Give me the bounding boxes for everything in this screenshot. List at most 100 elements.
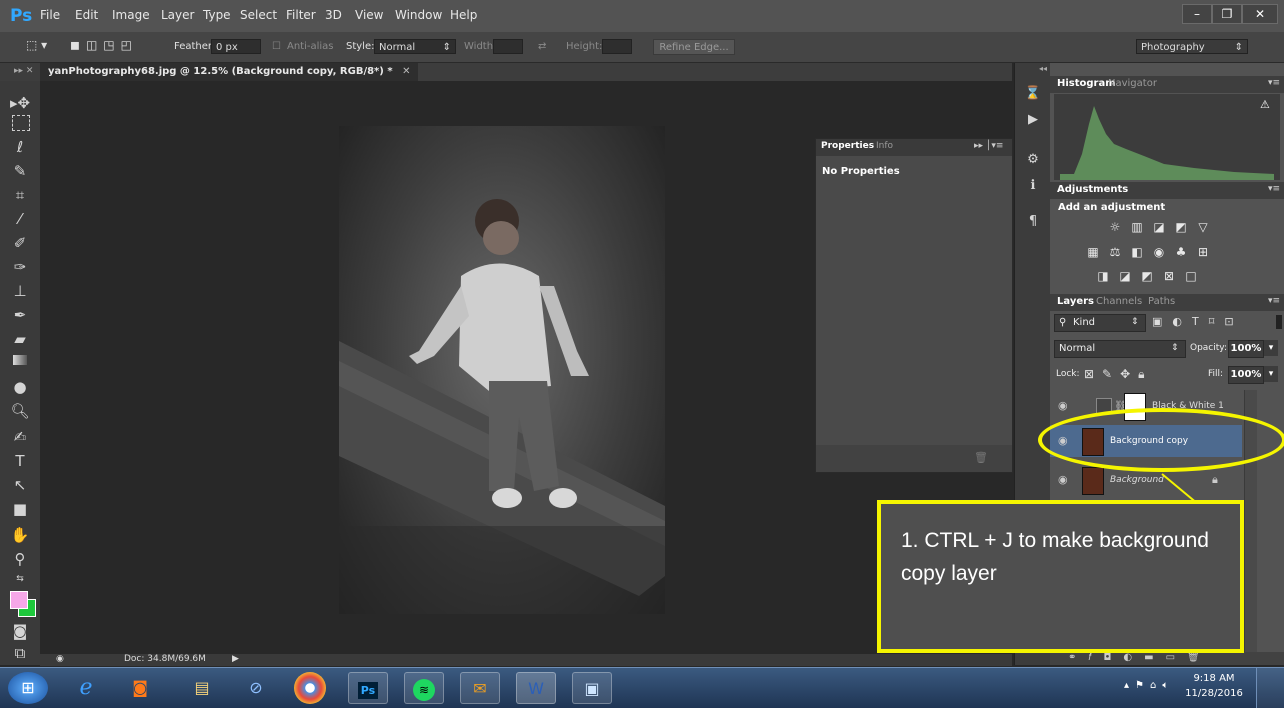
antialias-checkbox[interactable]: ☐ <box>272 41 281 52</box>
tab-navigator[interactable]: Navigator <box>1108 78 1157 89</box>
search-app-icon[interactable]: ⊘ <box>236 672 276 704</box>
pen-tool-icon[interactable]: ✍ <box>10 427 30 447</box>
selection-mode-icons[interactable]: ◼◫◳◰ <box>70 38 138 52</box>
menu-edit[interactable]: Edit <box>75 8 98 22</box>
history-icon[interactable]: ⌛ <box>1024 85 1042 103</box>
eraser-tool-icon[interactable]: ▰ <box>10 329 30 349</box>
media-player-icon[interactable]: ◙ <box>120 672 160 704</box>
clock-time[interactable]: 9:18 AM <box>1184 673 1244 684</box>
filter-toggle[interactable] <box>1276 315 1282 329</box>
tab-histogram[interactable]: Histogram <box>1057 78 1116 89</box>
tab-info[interactable]: Info <box>876 141 893 151</box>
zoom-indicator-icon[interactable]: ◉ <box>56 654 64 664</box>
menu-file[interactable]: File <box>40 8 60 22</box>
brush-tool-icon[interactable]: ✑ <box>10 257 30 277</box>
outlook-icon[interactable]: ✉ <box>460 672 500 704</box>
restore-button[interactable]: ❐ <box>1212 4 1242 24</box>
start-button[interactable]: ⊞ <box>8 672 48 704</box>
marquee-tool-preset-icon[interactable]: ⬚ ▾ <box>26 38 47 52</box>
clone-stamp-tool-icon[interactable]: ⊥ <box>10 281 30 301</box>
gradient-map-icon[interactable]: ⊠ <box>1162 269 1176 283</box>
word-icon[interactable]: W <box>516 672 556 704</box>
lock-options-icons[interactable]: ⊠✎✥🔒︎ <box>1084 367 1153 382</box>
menu-window[interactable]: Window <box>395 8 442 22</box>
layer-actions-icons[interactable]: ⚭𝑓◘◐▬▭🗑︎ <box>1068 652 1212 663</box>
refine-edge-button[interactable]: Refine Edge... <box>653 39 735 55</box>
eye-icon[interactable]: ◉ <box>1058 473 1068 486</box>
curves-icon[interactable]: ◪ <box>1152 220 1166 234</box>
spotify-icon[interactable]: ≋ <box>404 672 444 704</box>
clock-date[interactable]: 11/28/2016 <box>1184 688 1244 699</box>
tab-properties[interactable]: Properties <box>821 141 874 151</box>
healing-brush-tool-icon[interactable]: ✐ <box>10 233 30 253</box>
document-photo[interactable] <box>339 126 665 614</box>
menu-3d[interactable]: 3D <box>325 8 342 22</box>
info-icon[interactable]: ℹ <box>1024 177 1042 195</box>
menu-image[interactable]: Image <box>112 8 150 22</box>
collapse-toolbox-icon[interactable]: ▸▸ ✕ <box>14 66 33 76</box>
eye-icon[interactable]: ◉ <box>1058 399 1068 412</box>
hand-tool-icon[interactable]: ✋ <box>10 525 30 545</box>
foreground-color-swatch[interactable] <box>10 591 28 609</box>
black-white-icon[interactable]: ◧ <box>1130 245 1144 259</box>
lasso-tool-icon[interactable]: ℓ <box>10 137 30 157</box>
color-lookup-icon[interactable]: ⊞ <box>1196 245 1210 259</box>
swap-colors-icon[interactable]: ⇆ <box>10 569 30 589</box>
photo-filter-icon[interactable]: ◉ <box>1152 245 1166 259</box>
swap-icon[interactable]: ⇄ <box>538 41 546 52</box>
close-tab-icon[interactable]: ✕ <box>402 66 410 77</box>
levels-icon[interactable]: ▥ <box>1130 220 1144 234</box>
screen-mode-icon[interactable]: ⧉ <box>10 643 30 663</box>
menu-view[interactable]: View <box>355 8 383 22</box>
blend-mode-select[interactable]: Normal ⇕ <box>1054 340 1186 358</box>
feather-input[interactable]: 0 px <box>211 39 261 54</box>
panel-menu-icon[interactable]: ▸▸ │▾≡ <box>974 141 1003 151</box>
menu-layer[interactable]: Layer <box>161 8 194 22</box>
chevron-down-icon[interactable]: ▾ <box>1264 366 1278 382</box>
panel-menu-icon[interactable]: ▾≡ <box>1268 184 1280 194</box>
invert-icon[interactable]: ◨ <box>1096 269 1110 283</box>
posterize-icon[interactable]: ◪ <box>1118 269 1132 283</box>
photos-icon[interactable]: ▣ <box>572 672 612 704</box>
chevron-down-icon[interactable]: ▾ <box>1264 340 1278 356</box>
properties-icon[interactable]: ⚙ <box>1024 151 1042 169</box>
brightness-icon[interactable]: ☼ <box>1108 220 1122 234</box>
tab-layers[interactable]: Layers <box>1057 296 1094 307</box>
height-input[interactable] <box>602 39 632 54</box>
show-desktop-button[interactable] <box>1256 668 1284 708</box>
minimize-button[interactable]: – <box>1182 4 1212 24</box>
close-button[interactable]: ✕ <box>1242 4 1278 24</box>
document-tab[interactable]: yanPhotography68.jpg @ 12.5% (Background… <box>40 63 419 81</box>
file-explorer-icon[interactable]: ▤ <box>182 672 222 704</box>
paragraph-icon[interactable]: ¶ <box>1024 213 1042 231</box>
menu-filter[interactable]: Filter <box>286 8 316 22</box>
photoshop-taskbar-icon[interactable]: Ps <box>348 672 388 704</box>
gradient-tool-icon[interactable] <box>13 355 27 365</box>
menu-help[interactable]: Help <box>450 8 477 22</box>
channel-mixer-icon[interactable]: ♣ <box>1174 245 1188 259</box>
style-select[interactable]: Normal ⇕ <box>374 39 456 54</box>
dodge-tool-icon[interactable]: 🔍︎ <box>10 401 30 421</box>
crop-tool-icon[interactable]: ⌗ <box>10 185 30 205</box>
warning-icon[interactable]: ⚠ <box>1260 98 1270 111</box>
history-brush-tool-icon[interactable]: ✒ <box>10 305 30 325</box>
chrome-icon[interactable] <box>294 672 326 704</box>
layer-filter-icons[interactable]: ▣◐T⌑⊡ <box>1152 315 1244 328</box>
type-tool-icon[interactable]: T <box>10 451 30 471</box>
panel-menu-icon[interactable]: ▾≡ <box>1268 296 1280 306</box>
blur-tool-icon[interactable]: ● <box>10 377 30 397</box>
threshold-icon[interactable]: ◩ <box>1140 269 1154 283</box>
tab-adjustments[interactable]: Adjustments <box>1057 184 1128 195</box>
fill-input[interactable]: 100% <box>1228 366 1264 384</box>
panel-menu-icon[interactable]: ▾≡ <box>1268 78 1280 88</box>
move-tool-icon[interactable]: ▸✥ <box>10 93 30 113</box>
workspace-select[interactable]: Photography ⇕ <box>1136 39 1248 54</box>
eyedropper-tool-icon[interactable]: ⁄ <box>10 209 30 229</box>
tab-channels[interactable]: Channels <box>1096 296 1142 307</box>
exposure-icon[interactable]: ◩ <box>1174 220 1188 234</box>
trash-icon[interactable]: 🗑︎ <box>974 451 988 464</box>
width-input[interactable] <box>493 39 523 54</box>
opacity-input[interactable]: 100% <box>1228 340 1264 358</box>
collapse-dock-icon[interactable]: ◂◂ <box>1039 64 1047 73</box>
menu-type[interactable]: Type <box>203 8 231 22</box>
